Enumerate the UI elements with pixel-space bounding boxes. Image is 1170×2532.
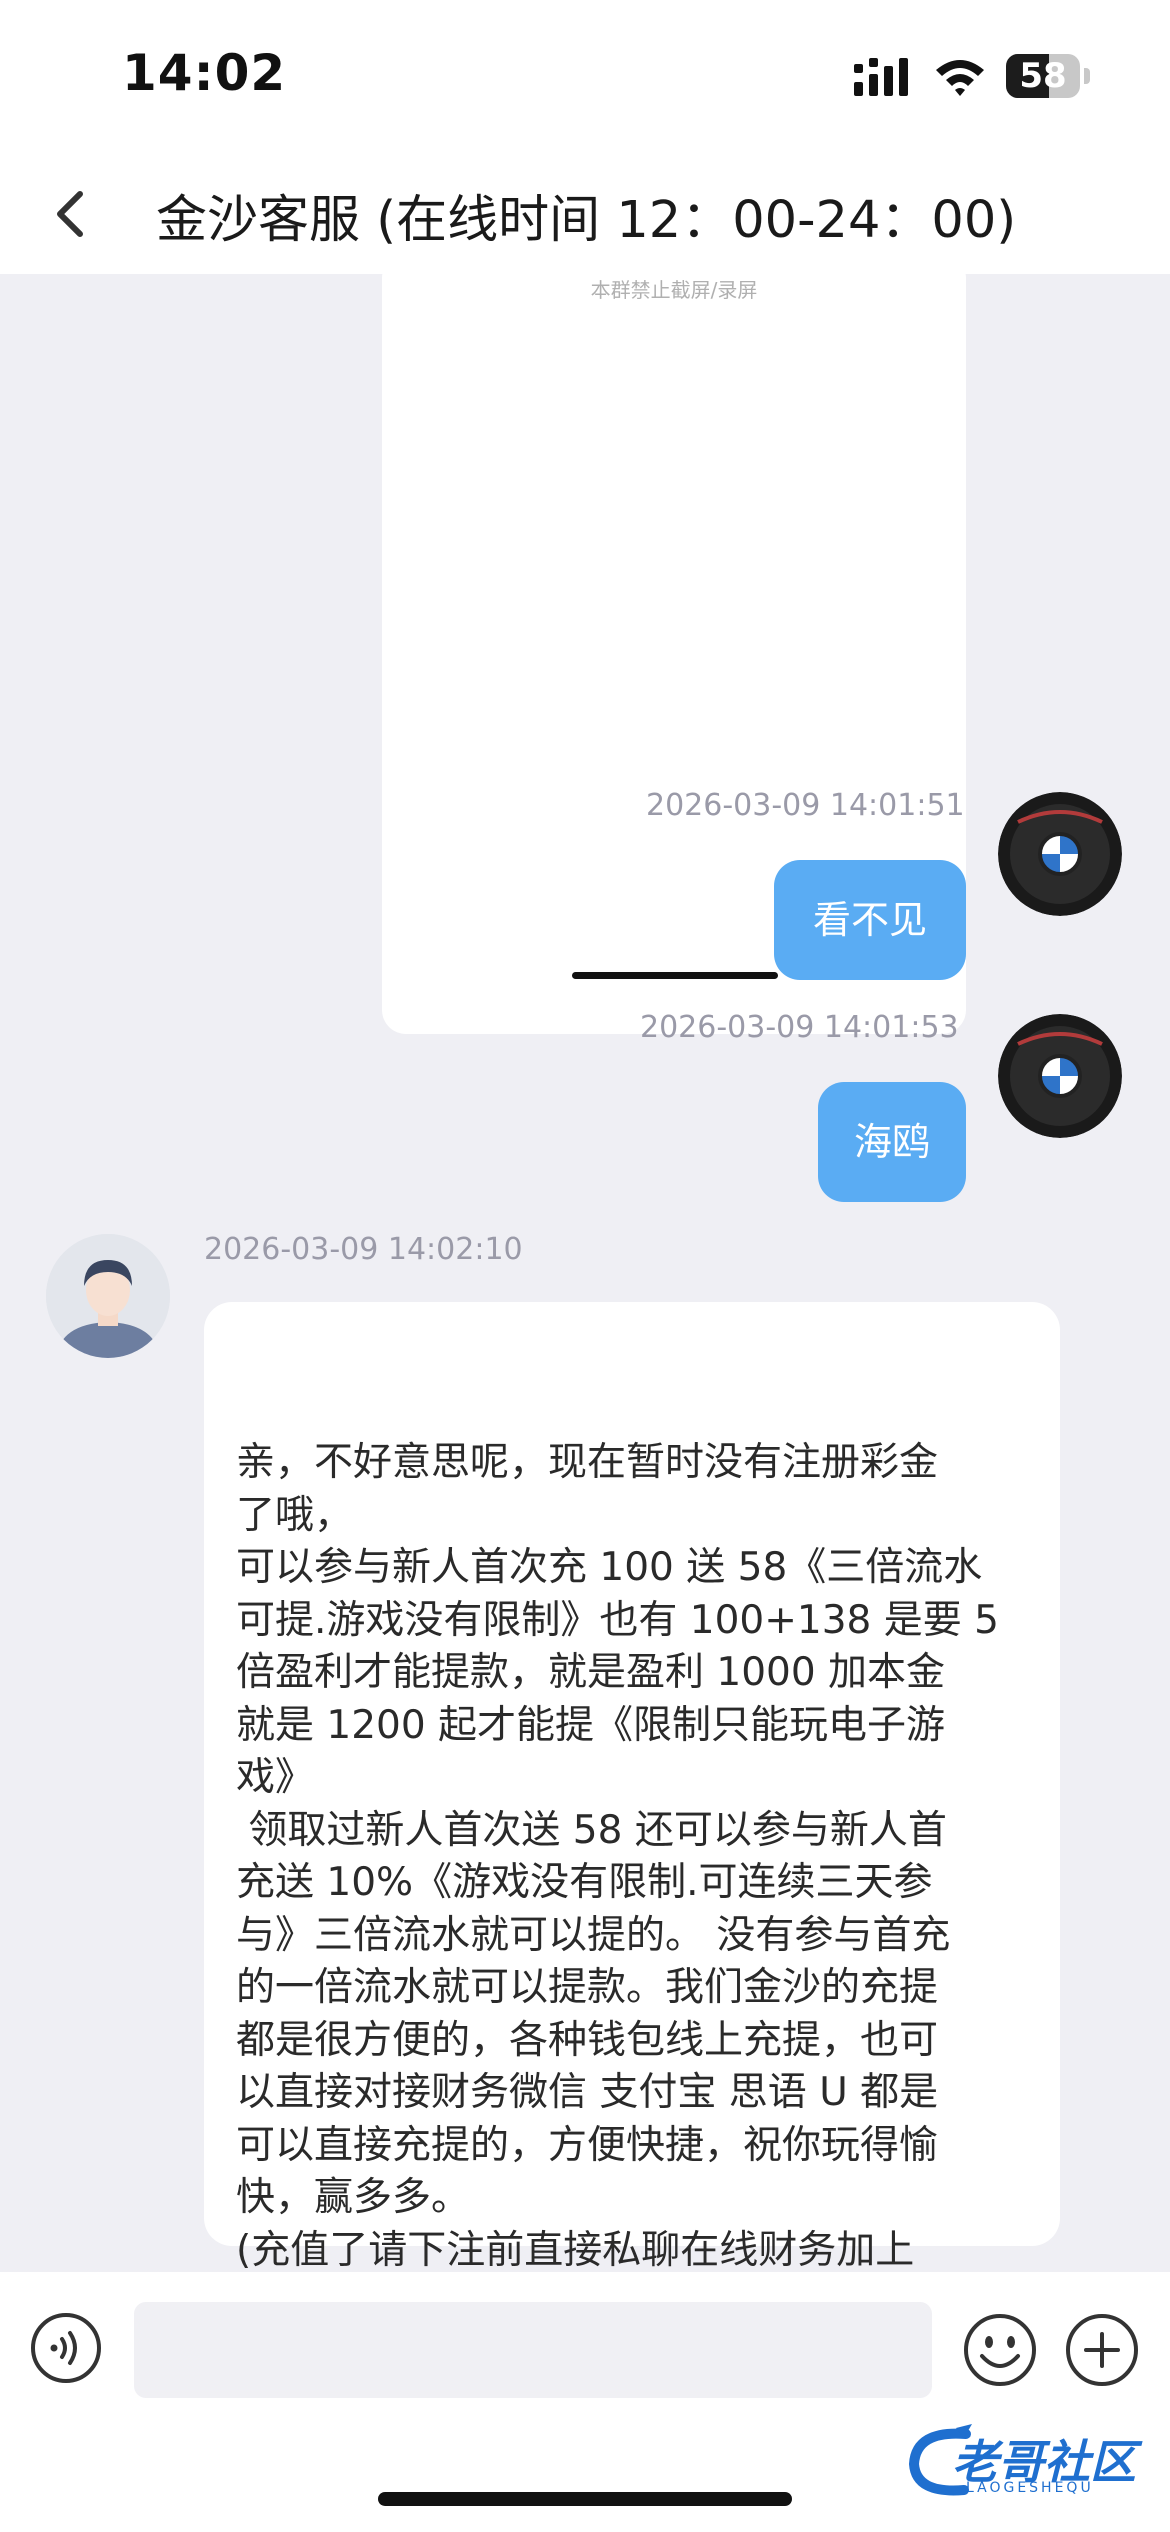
watermark-logo: 老哥社区 LAOGESHEQU [906, 2420, 1162, 2500]
home-indicator[interactable] [378, 2492, 792, 2506]
person-avatar-icon [46, 1234, 170, 1358]
status-time: 14:02 [122, 44, 287, 102]
page-title: 金沙客服 (在线时间 12：00-24：00) [156, 191, 1017, 250]
outgoing-message-bubble[interactable]: 看不见 [774, 860, 966, 980]
message-timestamp: 2026-03-09 14:01:53 [640, 1010, 959, 1045]
message-text: 海鸥 [853, 1120, 930, 1164]
message-text: 亲，不好意思呢，现在暂时没有注册彩金 了哦， 可以参与新人首次充 100 送 5… [236, 1440, 999, 2272]
back-chevron-icon[interactable] [30, 174, 110, 254]
signal-icon [854, 58, 908, 96]
wifi-icon [936, 60, 984, 96]
emoji-icon[interactable] [962, 2312, 1038, 2388]
image-caption: 本群禁止截屏/录屏 [590, 278, 758, 302]
battery-percent: 58 [1019, 56, 1067, 96]
agent-avatar[interactable] [46, 1234, 170, 1358]
chat-area[interactable]: 本群禁止截屏/录屏 2026-03-09 14:01:51 看不见 2026-0… [0, 274, 1170, 2272]
message-input[interactable] [134, 2302, 932, 2398]
message-timestamp: 2026-03-09 14:02:10 [204, 1232, 523, 1267]
watermark-subtext: LAOGESHEQU [966, 2480, 1094, 2496]
plus-icon[interactable] [1064, 2312, 1140, 2388]
bmw-logo-icon [998, 1014, 1122, 1138]
voice-icon[interactable] [30, 2312, 102, 2384]
outgoing-message-bubble[interactable]: 海鸥 [818, 1082, 966, 1202]
battery-icon: 58 [1006, 54, 1090, 98]
nav-header: 金沙客服 (在线时间 12：00-24：00) [0, 150, 1170, 274]
bmw-logo-icon [998, 792, 1122, 916]
image-home-indicator [572, 972, 778, 979]
status-bar: 14:02 58 [0, 0, 1170, 150]
message-text: 看不见 [812, 898, 927, 942]
user-avatar[interactable] [998, 792, 1122, 916]
incoming-message-bubble[interactable]: 亲，不好意思呢，现在暂时没有注册彩金 了哦， 可以参与新人首次充 100 送 5… [204, 1302, 1060, 2272]
message-timestamp: 2026-03-09 14:01:51 [646, 788, 965, 823]
user-avatar[interactable] [998, 1014, 1122, 1138]
